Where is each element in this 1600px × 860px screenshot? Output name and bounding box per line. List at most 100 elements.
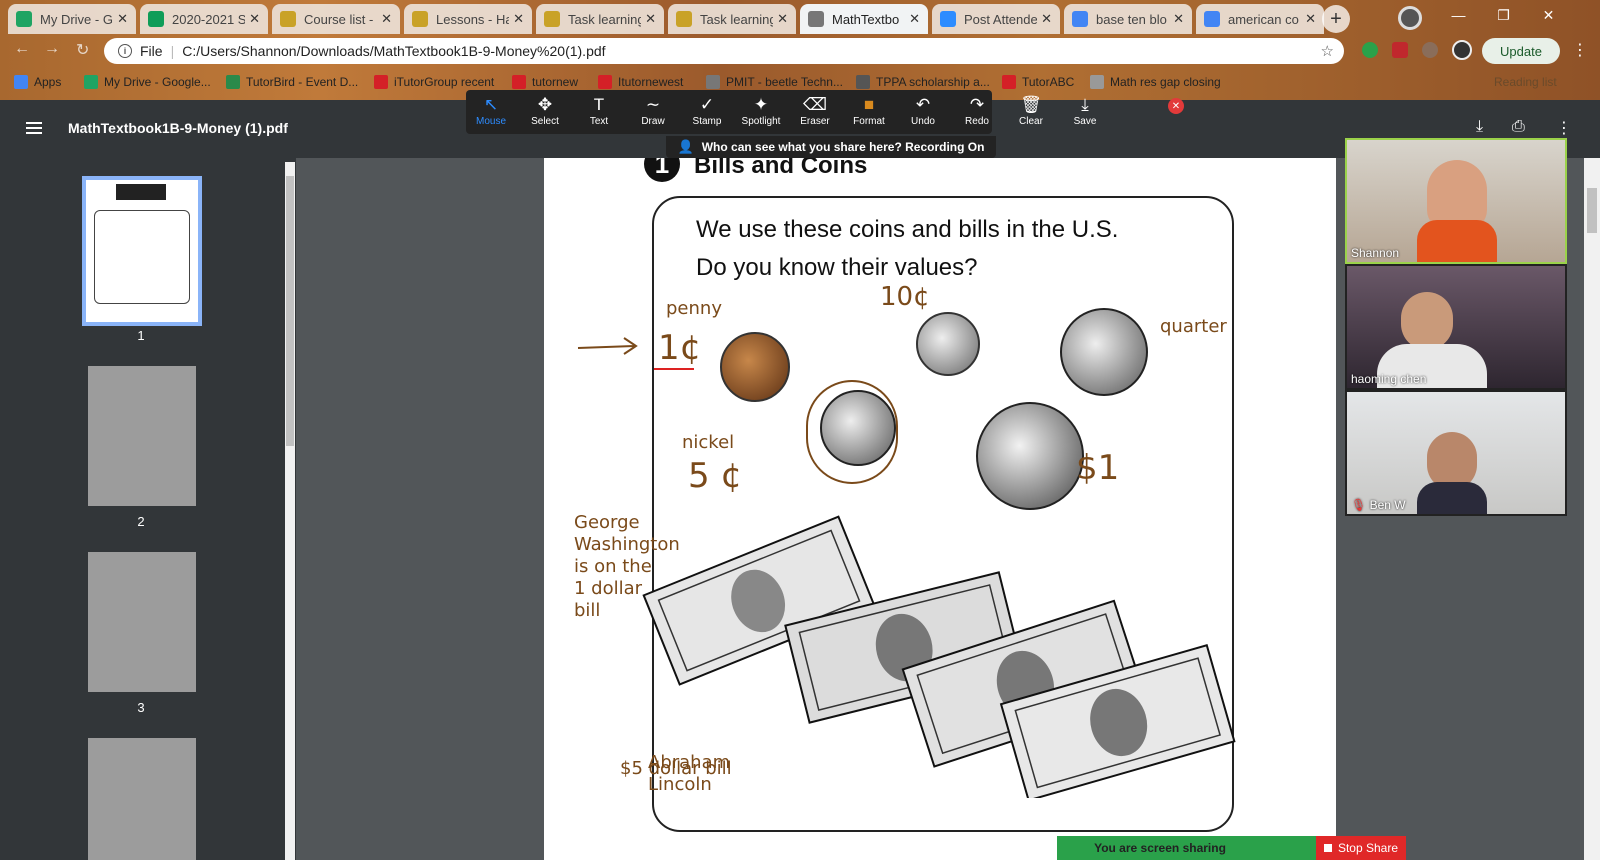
nickel-circle-annotation [806,380,898,484]
thumbnail-page-3[interactable] [88,552,196,692]
back-icon[interactable]: ← [14,40,30,58]
menu-icon[interactable] [26,122,42,134]
tool-clear[interactable]: 🗑 Clear [1006,94,1056,127]
tool-mouse[interactable]: ↖ Mouse [466,94,516,127]
tab-close-icon[interactable]: ✕ [1041,11,1052,27]
extensions-puzzle-icon[interactable] [1422,42,1438,58]
tab-3[interactable]: Course list - ✕ [272,4,400,34]
participant-name-text: Ben W [1369,498,1406,512]
tool-label: Eraser [800,116,830,127]
info-icon[interactable]: i [118,44,132,58]
nickel-value-annotation: 5 ¢ [688,456,743,496]
bookmark-6[interactable]: Itutornewest [598,75,683,89]
tab-1[interactable]: My Drive - G ✕ [8,4,136,34]
dime-value-annotation: 10¢ [880,282,930,312]
extension-icon-2[interactable] [1392,42,1408,58]
bookmark-star-icon[interactable]: ☆ [1321,42,1334,60]
tool-format[interactable]: ■ Format [844,94,894,127]
menu-dots-icon[interactable]: ⋮ [1572,40,1588,60]
bookmark-9[interactable]: TutorABC [1002,75,1074,89]
tab-8[interactable]: Post Attende ✕ [932,4,1060,34]
more-options-icon[interactable]: ⋮ [1556,118,1572,138]
tab-5[interactable]: Task learning ✕ [536,4,664,34]
nickel-label: nickel [682,432,735,453]
tab-close-icon[interactable]: ✕ [777,11,788,27]
penny-value-annotation: 1¢ [658,328,702,368]
reload-icon[interactable]: ↻ [76,40,89,60]
tab-close-icon[interactable]: ✕ [645,11,656,27]
bookmark-favicon-icon [1090,75,1104,89]
tool-save[interactable]: ⤓ Save [1060,94,1110,127]
tool-eraser[interactable]: ⌫ Eraser [790,94,840,127]
thumb-heading-block [116,184,166,200]
scrollbar-thumb[interactable] [1587,188,1597,233]
trash-icon: 🗑 [1020,95,1042,114]
address-bar[interactable]: i File | C:/Users/Shannon/Downloads/Math… [104,38,1344,64]
participant-name: Shannon [1351,246,1400,260]
tool-draw[interactable]: ∼ Draw [628,94,678,127]
tool-stamp[interactable]: ✓ Stamp [682,94,732,127]
tool-text[interactable]: T Text [574,94,624,127]
tool-redo[interactable]: ↷ Redo [952,94,1002,127]
close-window-button[interactable]: ✕ [1526,0,1571,30]
recording-notice[interactable]: 👤 Who can see what you share here? Recor… [666,136,996,158]
profile-avatar[interactable] [1398,6,1422,30]
tab-title: MathTextbo [832,11,900,27]
bookmark-7[interactable]: PMIT - beetle Techn... [706,75,843,89]
scrollbar-thumb[interactable] [286,176,294,446]
forward-icon[interactable]: → [44,40,60,58]
thumbnail-page-1[interactable] [82,176,202,326]
bookmark-3[interactable]: TutorBird - Event D... [226,75,358,89]
thumbnail-page-4[interactable] [88,738,196,860]
sheets-icon [148,11,164,27]
stop-share-button[interactable]: Stop Share [1316,836,1406,860]
participant-video-shannon[interactable]: Shannon [1345,138,1567,264]
bookmark-4[interactable]: iTutorGroup recent [374,75,494,89]
sidebar-scrollbar[interactable] [285,162,295,860]
download-icon[interactable]: ⤓ [1476,118,1483,136]
participants-icon: 👤 [677,139,694,154]
tab-close-icon[interactable]: ✕ [1173,11,1184,27]
bookmark-2[interactable]: My Drive - Google... [84,75,211,89]
update-button[interactable]: Update [1482,38,1560,64]
participant-video-haoming[interactable]: haoming chen [1345,264,1567,390]
tab-9[interactable]: base ten blo ✕ [1064,4,1192,34]
tool-label: Draw [641,116,665,127]
new-tab-button[interactable]: + [1322,5,1350,33]
thumbnail-page-2[interactable] [88,366,196,506]
minimize-button[interactable]: — [1436,0,1481,30]
extension-icon[interactable] [1362,42,1378,58]
undo-icon: ↶ [915,95,931,114]
reading-list[interactable]: Reading list [1494,75,1557,89]
tab-2[interactable]: 2020-2021 S ✕ [140,4,268,34]
bookmark-10[interactable]: Math res gap closing [1090,75,1221,89]
bookmark-favicon-icon [706,75,720,89]
tab-close-icon[interactable]: ✕ [909,11,920,27]
tab-close-icon[interactable]: ✕ [513,11,524,27]
restore-button[interactable]: ❐ [1481,0,1526,30]
tool-select[interactable]: ✥ Select [520,94,570,127]
quarter-coin-image [1060,308,1148,396]
close-annotate-icon[interactable]: ✕ [1168,98,1184,114]
tab-7[interactable]: MathTextbo ✕ [800,4,928,34]
tool-label: Select [531,116,559,127]
redo-icon: ↷ [969,95,985,114]
tab-10[interactable]: american co ✕ [1196,4,1324,34]
tab-4[interactable]: Lessons - Ha ✕ [404,4,532,34]
tool-undo[interactable]: ↶ Undo [898,94,948,127]
print-icon[interactable]: ⎙ [1512,118,1525,136]
bookmark-8[interactable]: TPPA scholarship a... [856,75,990,89]
tab-close-icon[interactable]: ✕ [381,11,392,27]
tab-6[interactable]: Task learning ✕ [668,4,796,34]
bookmark-1[interactable]: Apps [14,75,61,89]
tab-close-icon[interactable]: ✕ [1305,11,1316,27]
half-dollar-coin-image [976,402,1084,510]
account-avatar[interactable] [1452,40,1472,60]
tab-close-icon[interactable]: ✕ [249,11,260,27]
bookmark-5[interactable]: tutornew [512,75,578,89]
tool-spotlight[interactable]: ✦ Spotlight [736,94,786,127]
screen-sharing-bar[interactable]: You are screen sharing [1057,836,1323,860]
tab-close-icon[interactable]: ✕ [117,11,128,27]
participant-video-ben[interactable]: 🎙 Ben W [1345,390,1567,516]
page-scrollbar[interactable] [1584,158,1600,860]
